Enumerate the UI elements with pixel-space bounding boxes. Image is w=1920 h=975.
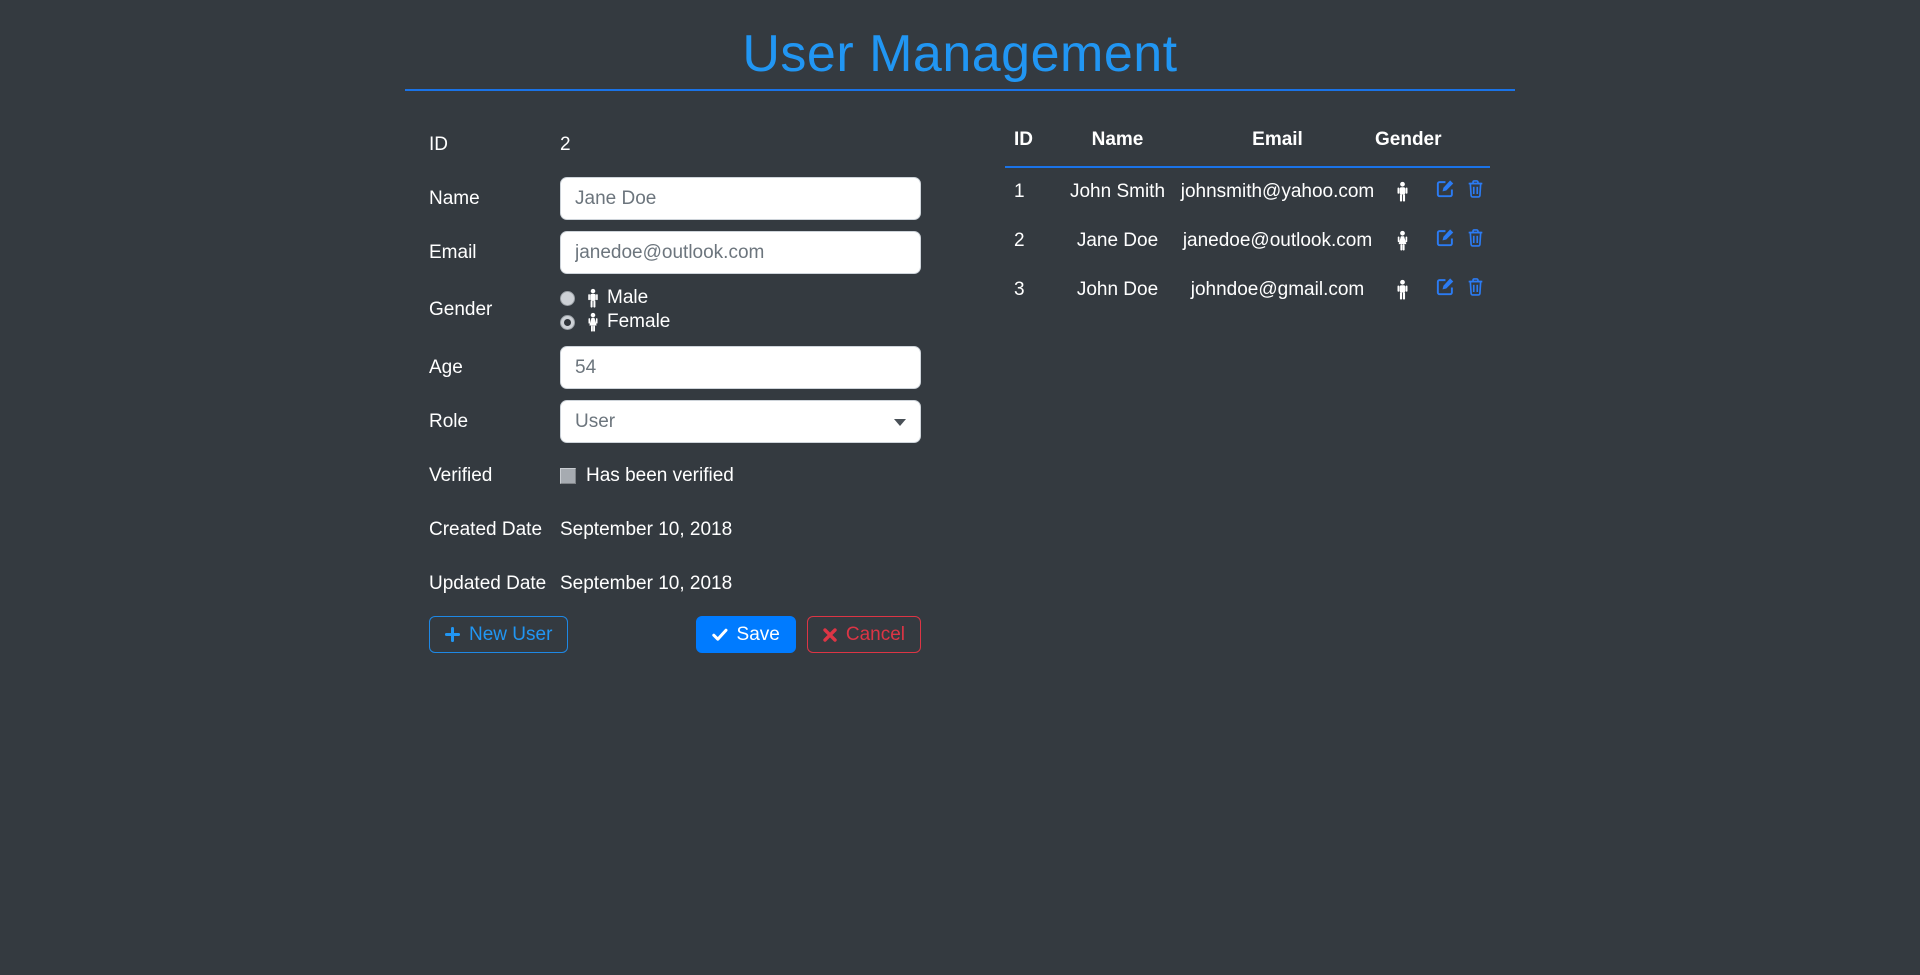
email-label: Email [429,241,477,263]
field-row-name: Name [429,177,960,221]
age-label: Age [429,356,463,378]
gender-option-male[interactable]: Male [560,287,921,309]
edit-icon [1436,228,1455,246]
row-name: John Smith [1069,181,1166,203]
verified-checkbox-label: Has been verified [586,464,734,486]
header-gender: Gender [1375,123,1442,169]
chevron-down-icon [894,418,906,426]
plus-icon [445,627,460,643]
row-id: 3 [1014,278,1025,300]
table-row: 1 John Smith johnsmith@yahoo.com [1005,167,1490,216]
header-id: ID [1005,123,1055,169]
users-table: ID Name Email Gender 1 John Smith johnsm… [1005,123,1490,314]
female-radio[interactable] [560,314,575,330]
form-actions: New User Save Cancel [429,616,921,654]
role-select[interactable]: User [560,400,921,444]
edit-row-button[interactable] [1434,227,1456,249]
header-actions-2 [1460,123,1490,169]
save-button[interactable]: Save [695,616,796,654]
users-table-header-row: ID Name Email Gender [1005,123,1490,169]
female-icon [588,312,598,332]
field-row-email: Email [429,231,960,275]
gender-label: Gender [429,299,493,321]
role-selected-value: User [575,410,616,432]
male-radio[interactable] [560,290,575,306]
table-row: 2 Jane Doe janedoe@outlook.com [1005,216,1490,265]
id-value: 2 [560,133,571,155]
male-icon [1397,182,1408,202]
page-title: User Management [742,25,1178,83]
user-management-page: User Management ID 2 Name Email [405,25,1515,654]
delete-row-button[interactable] [1465,178,1486,200]
verified-checkbox[interactable] [560,467,576,484]
row-email: johnsmith@yahoo.com [1180,181,1375,203]
cancel-button[interactable]: Cancel [806,616,921,654]
edit-icon [1436,179,1455,198]
field-row-role: Role User [429,400,960,444]
female-radio-label: Female [607,311,671,333]
field-row-gender: Gender Male Female [429,285,960,335]
male-icon [588,288,598,308]
male-radio-label: Male [607,287,649,309]
users-table-panel: ID Name Email Gender 1 John Smith johnsm… [960,123,1515,653]
row-name: Jane Doe [1076,229,1159,251]
cancel-button-label: Cancel [845,623,905,645]
trash-icon [1467,228,1483,247]
check-icon [711,628,728,641]
edit-row-button[interactable] [1434,276,1456,298]
row-email: johndoe@gmail.com [1190,278,1365,300]
header-email: Email [1180,123,1375,169]
delete-row-button[interactable] [1465,227,1486,249]
save-button-label: Save [736,623,780,645]
updated-date-value: September 10, 2018 [560,572,733,594]
edit-row-button[interactable] [1434,178,1456,200]
updated-date-label: Updated Date [429,572,547,594]
gender-option-female[interactable]: Female [560,311,921,333]
row-id: 2 [1014,229,1025,251]
role-label: Role [429,410,469,432]
male-icon [1397,279,1408,300]
title-divider [405,89,1515,92]
row-name: John Doe [1076,278,1159,300]
delete-row-button[interactable] [1465,276,1486,298]
field-row-updated: Updated Date September 10, 2018 [429,562,960,605]
id-label: ID [429,133,448,155]
female-icon [1397,230,1408,251]
edit-icon [1436,277,1455,295]
header-name: Name [1055,123,1180,169]
email-input[interactable] [560,231,921,275]
name-input[interactable] [560,177,921,221]
new-user-button-label: New User [469,623,553,645]
field-row-created: Created Date September 10, 2018 [429,508,960,551]
trash-icon [1467,277,1483,296]
field-row-age: Age [429,346,960,390]
row-id: 1 [1014,181,1025,203]
name-label: Name [429,187,480,209]
trash-icon [1467,180,1483,198]
table-row: 3 John Doe johndoe@gmail.com [1005,265,1490,314]
x-icon [823,627,837,642]
created-date-label: Created Date [429,518,543,540]
age-input[interactable] [560,346,921,390]
field-row-verified: Verified Has been verified [429,454,960,497]
row-email: janedoe@outlook.com [1182,229,1373,251]
verified-label: Verified [429,464,493,486]
created-date-value: September 10, 2018 [560,518,733,540]
verified-option[interactable]: Has been verified [560,465,921,487]
user-form: ID 2 Name Email Gender [405,123,960,654]
field-row-id: ID 2 [429,123,960,166]
new-user-button[interactable]: New User [429,616,569,654]
